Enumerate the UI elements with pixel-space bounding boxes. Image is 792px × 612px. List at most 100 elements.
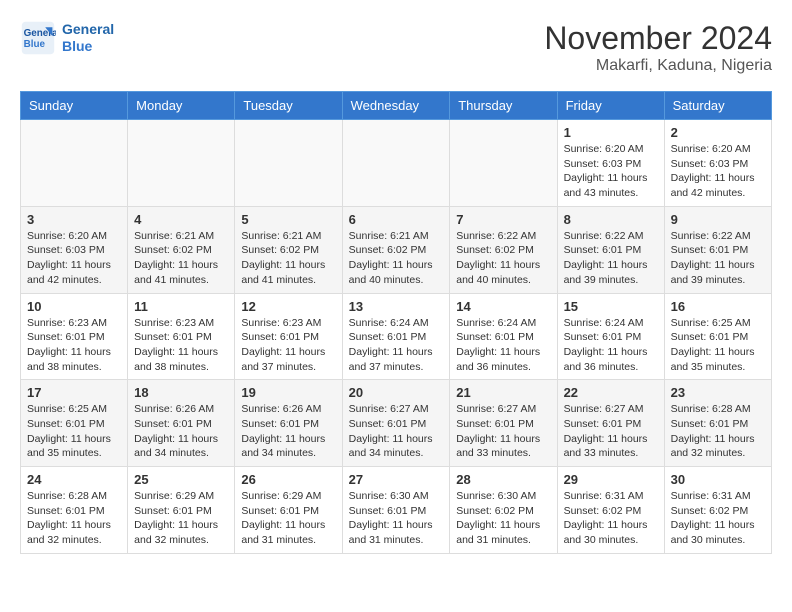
day-number: 14 <box>456 299 550 314</box>
day-number: 18 <box>134 385 228 400</box>
day-info: Sunrise: 6:27 AM Sunset: 6:01 PM Dayligh… <box>564 402 658 461</box>
day-number: 30 <box>671 472 765 487</box>
calendar-cell: 20 Sunrise: 6:27 AM Sunset: 6:01 PM Dayli… <box>342 380 450 467</box>
day-number: 6 <box>349 212 444 227</box>
day-number: 26 <box>241 472 335 487</box>
day-info: Sunrise: 6:26 AM Sunset: 6:01 PM Dayligh… <box>134 402 228 461</box>
page-header: General Blue General Blue November 2024 … <box>20 20 772 75</box>
day-info: Sunrise: 6:25 AM Sunset: 6:01 PM Dayligh… <box>27 402 121 461</box>
day-number: 2 <box>671 125 765 140</box>
calendar-cell: 5Sunrise: 6:21 AM Sunset: 6:02 PM Daylig… <box>235 206 342 293</box>
calendar-cell: 19Sunrise: 6:26 AM Sunset: 6:01 PM Dayli… <box>235 380 342 467</box>
calendar-cell: 30 Sunrise: 6:31 AM Sunset: 6:02 PM Dayli… <box>664 467 771 554</box>
calendar-cell: 13 Sunrise: 6:24 AM Sunset: 6:01 PM Dayli… <box>342 293 450 380</box>
day-info: Sunrise: 6:29 AM Sunset: 6:01 PM Dayligh… <box>241 489 335 548</box>
day-number: 25 <box>134 472 228 487</box>
calendar-cell: 16 Sunrise: 6:25 AM Sunset: 6:01 PM Dayli… <box>664 293 771 380</box>
calendar-cell: 1Sunrise: 6:20 AM Sunset: 6:03 PM Daylig… <box>557 120 664 207</box>
day-number: 29 <box>564 472 658 487</box>
calendar-cell: 3 Sunrise: 6:20 AM Sunset: 6:03 PM Daylig… <box>21 206 128 293</box>
calendar-cell: 18 Sunrise: 6:26 AM Sunset: 6:01 PM Dayli… <box>128 380 235 467</box>
day-info: Sunrise: 6:25 AM Sunset: 6:01 PM Dayligh… <box>671 316 765 375</box>
title-block: November 2024 Makarfi, Kaduna, Nigeria <box>544 20 772 75</box>
day-info: Sunrise: 6:30 AM Sunset: 6:02 PM Dayligh… <box>456 489 550 548</box>
logo-text: General Blue <box>62 21 114 55</box>
day-number: 15 <box>564 299 658 314</box>
calendar-cell: 29Sunrise: 6:31 AM Sunset: 6:02 PM Dayli… <box>557 467 664 554</box>
week-row-2: 3 Sunrise: 6:20 AM Sunset: 6:03 PM Daylig… <box>21 206 772 293</box>
day-number: 12 <box>241 299 335 314</box>
calendar-cell: 8Sunrise: 6:22 AM Sunset: 6:01 PM Daylig… <box>557 206 664 293</box>
day-info: Sunrise: 6:28 AM Sunset: 6:01 PM Dayligh… <box>27 489 121 548</box>
logo-line1: General <box>62 21 114 37</box>
day-info: Sunrise: 6:22 AM Sunset: 6:02 PM Dayligh… <box>456 229 550 288</box>
day-info: Sunrise: 6:24 AM Sunset: 6:01 PM Dayligh… <box>564 316 658 375</box>
calendar-cell <box>21 120 128 207</box>
week-row-3: 10 Sunrise: 6:23 AM Sunset: 6:01 PM Dayli… <box>21 293 772 380</box>
calendar-table: SundayMondayTuesdayWednesdayThursdayFrid… <box>20 91 772 554</box>
day-number: 28 <box>456 472 550 487</box>
weekday-header-monday: Monday <box>128 92 235 120</box>
day-info: Sunrise: 6:23 AM Sunset: 6:01 PM Dayligh… <box>241 316 335 375</box>
logo: General Blue General Blue <box>20 20 114 56</box>
calendar-cell: 26 Sunrise: 6:29 AM Sunset: 6:01 PM Dayli… <box>235 467 342 554</box>
day-info: Sunrise: 6:24 AM Sunset: 6:01 PM Dayligh… <box>456 316 550 375</box>
weekday-header-thursday: Thursday <box>450 92 557 120</box>
logo-icon: General Blue <box>20 20 56 56</box>
day-number: 7 <box>456 212 550 227</box>
day-info: Sunrise: 6:23 AM Sunset: 6:01 PM Dayligh… <box>134 316 228 375</box>
day-info: Sunrise: 6:22 AM Sunset: 6:01 PM Dayligh… <box>564 229 658 288</box>
calendar-cell <box>128 120 235 207</box>
calendar-cell: 24Sunrise: 6:28 AM Sunset: 6:01 PM Dayli… <box>21 467 128 554</box>
calendar-cell <box>450 120 557 207</box>
month-title: November 2024 <box>544 20 772 57</box>
day-info: Sunrise: 6:20 AM Sunset: 6:03 PM Dayligh… <box>671 142 765 201</box>
calendar-cell: 11 Sunrise: 6:23 AM Sunset: 6:01 PM Dayli… <box>128 293 235 380</box>
calendar-cell: 2 Sunrise: 6:20 AM Sunset: 6:03 PM Daylig… <box>664 120 771 207</box>
calendar-cell: 10 Sunrise: 6:23 AM Sunset: 6:01 PM Dayli… <box>21 293 128 380</box>
day-number: 4 <box>134 212 228 227</box>
day-info: Sunrise: 6:20 AM Sunset: 6:03 PM Dayligh… <box>27 229 121 288</box>
calendar-cell: 7 Sunrise: 6:22 AM Sunset: 6:02 PM Daylig… <box>450 206 557 293</box>
calendar-cell: 28 Sunrise: 6:30 AM Sunset: 6:02 PM Dayli… <box>450 467 557 554</box>
day-number: 11 <box>134 299 228 314</box>
svg-text:Blue: Blue <box>24 39 46 50</box>
day-info: Sunrise: 6:22 AM Sunset: 6:01 PM Dayligh… <box>671 229 765 288</box>
calendar-cell: 27Sunrise: 6:30 AM Sunset: 6:01 PM Dayli… <box>342 467 450 554</box>
calendar-cell: 21Sunrise: 6:27 AM Sunset: 6:01 PM Dayli… <box>450 380 557 467</box>
week-row-5: 24Sunrise: 6:28 AM Sunset: 6:01 PM Dayli… <box>21 467 772 554</box>
calendar-cell: 9Sunrise: 6:22 AM Sunset: 6:01 PM Daylig… <box>664 206 771 293</box>
day-info: Sunrise: 6:24 AM Sunset: 6:01 PM Dayligh… <box>349 316 444 375</box>
day-info: Sunrise: 6:28 AM Sunset: 6:01 PM Dayligh… <box>671 402 765 461</box>
day-info: Sunrise: 6:27 AM Sunset: 6:01 PM Dayligh… <box>349 402 444 461</box>
day-number: 20 <box>349 385 444 400</box>
day-info: Sunrise: 6:20 AM Sunset: 6:03 PM Dayligh… <box>564 142 658 201</box>
day-number: 17 <box>27 385 121 400</box>
calendar-cell: 23 Sunrise: 6:28 AM Sunset: 6:01 PM Dayli… <box>664 380 771 467</box>
calendar-cell: 15 Sunrise: 6:24 AM Sunset: 6:01 PM Dayli… <box>557 293 664 380</box>
day-number: 16 <box>671 299 765 314</box>
day-info: Sunrise: 6:26 AM Sunset: 6:01 PM Dayligh… <box>241 402 335 461</box>
day-number: 13 <box>349 299 444 314</box>
weekday-header-row: SundayMondayTuesdayWednesdayThursdayFrid… <box>21 92 772 120</box>
day-info: Sunrise: 6:29 AM Sunset: 6:01 PM Dayligh… <box>134 489 228 548</box>
weekday-header-saturday: Saturday <box>664 92 771 120</box>
day-number: 27 <box>349 472 444 487</box>
week-row-4: 17 Sunrise: 6:25 AM Sunset: 6:01 PM Dayli… <box>21 380 772 467</box>
calendar-cell: 4Sunrise: 6:21 AM Sunset: 6:02 PM Daylig… <box>128 206 235 293</box>
day-number: 22 <box>564 385 658 400</box>
day-info: Sunrise: 6:23 AM Sunset: 6:01 PM Dayligh… <box>27 316 121 375</box>
day-info: Sunrise: 6:31 AM Sunset: 6:02 PM Dayligh… <box>671 489 765 548</box>
day-number: 23 <box>671 385 765 400</box>
logo-line2: Blue <box>62 38 114 55</box>
day-number: 3 <box>27 212 121 227</box>
calendar-cell: 6 Sunrise: 6:21 AM Sunset: 6:02 PM Daylig… <box>342 206 450 293</box>
calendar-cell: 25 Sunrise: 6:29 AM Sunset: 6:01 PM Dayli… <box>128 467 235 554</box>
weekday-header-sunday: Sunday <box>21 92 128 120</box>
week-row-1: 1Sunrise: 6:20 AM Sunset: 6:03 PM Daylig… <box>21 120 772 207</box>
day-info: Sunrise: 6:21 AM Sunset: 6:02 PM Dayligh… <box>349 229 444 288</box>
calendar-cell <box>235 120 342 207</box>
day-number: 10 <box>27 299 121 314</box>
calendar-cell: 12 Sunrise: 6:23 AM Sunset: 6:01 PM Dayli… <box>235 293 342 380</box>
day-info: Sunrise: 6:27 AM Sunset: 6:01 PM Dayligh… <box>456 402 550 461</box>
